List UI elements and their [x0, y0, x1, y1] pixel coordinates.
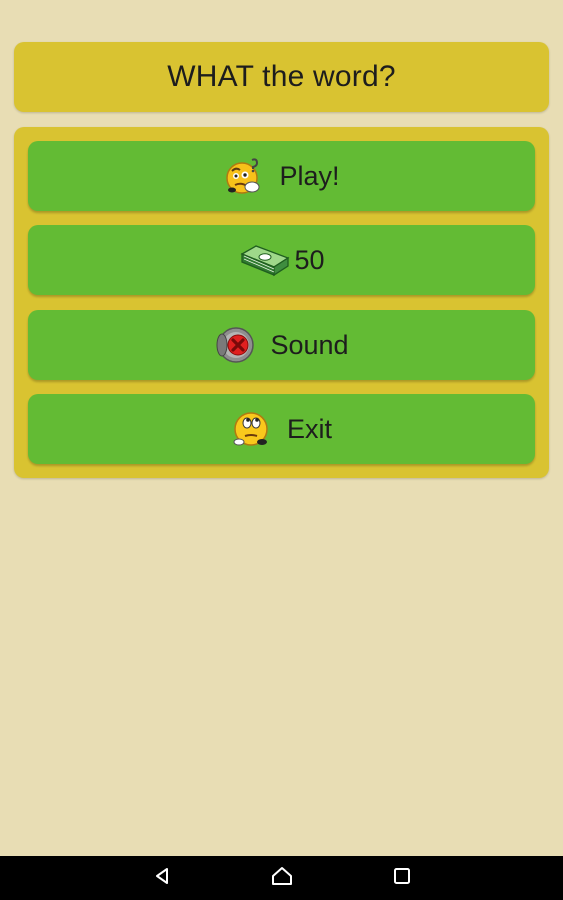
system-navigation-bar [0, 856, 563, 900]
recents-button[interactable] [372, 856, 432, 900]
game-screen: WHAT the word? Play! 50 Sound Exit [0, 0, 563, 856]
play-button[interactable]: Play! [28, 141, 535, 211]
rolling-eyes-face-icon [231, 409, 273, 449]
coins-label: 50 [294, 244, 325, 275]
home-icon [271, 866, 293, 891]
thinking-face-icon [223, 156, 265, 196]
coins-button[interactable]: 50 [28, 225, 535, 295]
main-menu-panel: Play! 50 Sound Exit [14, 127, 549, 478]
exit-button[interactable]: Exit [28, 394, 535, 464]
exit-label: Exit [286, 413, 332, 444]
home-button[interactable] [252, 856, 312, 900]
recents-icon [393, 867, 411, 890]
back-icon [152, 866, 172, 891]
sound-label: Sound [270, 329, 349, 360]
sound-button[interactable]: Sound [28, 310, 535, 380]
speaker-muted-icon [214, 325, 256, 365]
play-label: Play! [279, 160, 340, 191]
title-bar: WHAT the word? [14, 42, 549, 112]
back-button[interactable] [132, 856, 192, 900]
money-stack-icon [238, 240, 290, 280]
app-title: WHAT the word? [167, 60, 396, 93]
